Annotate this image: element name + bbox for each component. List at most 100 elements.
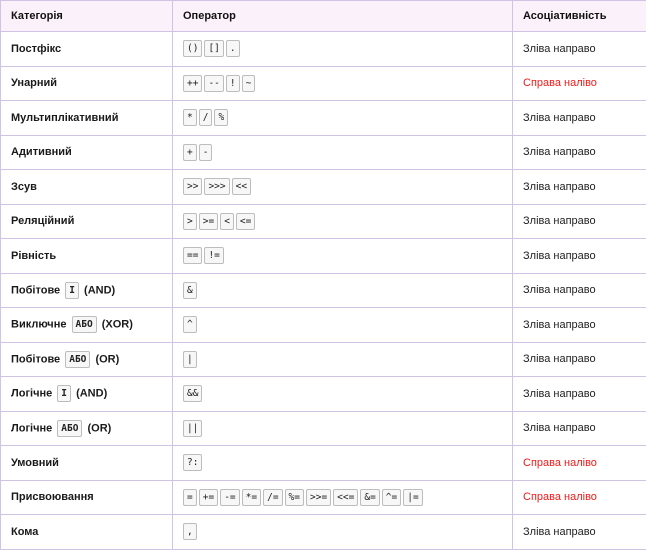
operator-cell: & xyxy=(173,273,513,308)
category-cell: Побітове І (AND) xyxy=(1,273,173,308)
table-row: Побітове І (AND)&Зліва направо xyxy=(1,273,646,308)
operator-token: != xyxy=(204,247,223,264)
category-text: Рівність xyxy=(11,250,56,262)
category-text: (OR) xyxy=(92,353,119,365)
associativity-cell: Зліва направо xyxy=(513,101,646,136)
associativity-cell: Зліва направо xyxy=(513,308,646,343)
table-row: Зсув>>>>><<Зліва направо xyxy=(1,170,646,205)
category-text: Побітове xyxy=(11,284,63,296)
operator-token: *= xyxy=(242,489,261,506)
category-text: (AND) xyxy=(73,388,107,400)
operator-cell: && xyxy=(173,377,513,412)
operator-cell: ^ xyxy=(173,308,513,343)
operator-token: <<= xyxy=(333,489,358,506)
table-row: Логічне І (AND) &&Зліва направо xyxy=(1,377,646,412)
category-cell: Рівність xyxy=(1,239,173,274)
operator-token: > xyxy=(183,213,197,230)
operator-token: -- xyxy=(204,75,223,92)
header-category: Категорія xyxy=(1,1,173,32)
header-associativity: Асоціативність xyxy=(513,1,646,32)
category-code-token: АБО xyxy=(72,316,97,333)
table-row: Унарний++--!~Справа наліво xyxy=(1,66,646,101)
operator-token: , xyxy=(183,523,197,540)
table-row: Кома, Зліва направо xyxy=(1,515,646,550)
operator-token: ^ xyxy=(183,316,197,333)
operator-token: <= xyxy=(236,213,255,230)
category-text: Мультиплікативний xyxy=(11,112,118,124)
table-row: Постфікс()[].Зліва направо xyxy=(1,32,646,67)
associativity-cell: Зліва направо xyxy=(513,273,646,308)
operator-cell: =+=-=*=/=%=>>=<<=&=^=|= xyxy=(173,480,513,515)
operator-token: >>> xyxy=(204,178,229,195)
category-cell: Мультиплікативний xyxy=(1,101,173,136)
associativity-cell: Зліва направо xyxy=(513,239,646,274)
operator-token: ^= xyxy=(382,489,401,506)
operator-cell: */% xyxy=(173,101,513,136)
operator-token: ++ xyxy=(183,75,202,92)
category-code-token: АБО xyxy=(65,351,90,368)
operator-token: () xyxy=(183,40,202,57)
operator-cell: +- xyxy=(173,135,513,170)
category-text: (AND) xyxy=(81,284,115,296)
operator-cell: ?: xyxy=(173,446,513,481)
category-text: Логічне xyxy=(11,388,55,400)
associativity-cell: Зліва направо xyxy=(513,377,646,412)
table-row: Реляційний>>=<<=Зліва направо xyxy=(1,204,646,239)
operator-token: /= xyxy=(263,489,282,506)
category-text: Присвоювання xyxy=(11,491,94,503)
associativity-cell: Зліва направо xyxy=(513,411,646,446)
operator-token: -= xyxy=(220,489,239,506)
operator-cell: >>=<<= xyxy=(173,204,513,239)
table-row: Присвоювання=+=-=*=/=%=>>=<<=&=^=|=Справ… xyxy=(1,480,646,515)
category-cell: Побітове АБО (OR) xyxy=(1,342,173,377)
category-cell: Виключне АБО (XOR) xyxy=(1,308,173,343)
category-cell: Зсув xyxy=(1,170,173,205)
operator-token: - xyxy=(199,144,213,161)
operator-token: . xyxy=(226,40,240,57)
category-cell: Постфікс xyxy=(1,32,173,67)
associativity-cell: Зліва направо xyxy=(513,515,646,550)
operator-token: = xyxy=(183,489,197,506)
operator-token: == xyxy=(183,247,202,264)
operator-cell: , xyxy=(173,515,513,550)
operator-cell: ==!= xyxy=(173,239,513,274)
operator-precedence-table: Категорія Оператор Асоціативність Постфі… xyxy=(0,0,646,550)
table-row: Мультиплікативний */%Зліва направо xyxy=(1,101,646,136)
category-text: Реляційний xyxy=(11,215,74,227)
operator-token: + xyxy=(183,144,197,161)
category-text: Унарний xyxy=(11,77,57,89)
associativity-cell: Зліва направо xyxy=(513,342,646,377)
category-text: Постфікс xyxy=(11,43,61,55)
associativity-cell: Справа наліво xyxy=(513,66,646,101)
operator-cell: || xyxy=(173,411,513,446)
category-cell: Логічне АБО (OR) xyxy=(1,411,173,446)
operator-token: += xyxy=(199,489,218,506)
associativity-cell: Зліва направо xyxy=(513,32,646,67)
header-operator: Оператор xyxy=(173,1,513,32)
category-cell: Адитивний xyxy=(1,135,173,170)
table-row: Побітове АБО (OR) | Зліва направо xyxy=(1,342,646,377)
category-code-token: І xyxy=(57,385,71,402)
operator-token: % xyxy=(214,109,228,126)
associativity-cell: Зліва направо xyxy=(513,135,646,170)
operator-token: >> xyxy=(183,178,202,195)
category-text: Кома xyxy=(11,526,38,538)
category-text: Побітове xyxy=(11,353,63,365)
operator-token: >= xyxy=(199,213,218,230)
operator-token: ! xyxy=(226,75,240,92)
table-row: Логічне АБО (OR) || Зліва направо xyxy=(1,411,646,446)
category-cell: Присвоювання xyxy=(1,480,173,515)
category-cell: Умовний xyxy=(1,446,173,481)
operator-cell: ()[]. xyxy=(173,32,513,67)
operator-token: || xyxy=(183,420,202,437)
category-text: Виключне xyxy=(11,319,70,331)
associativity-cell: Справа наліво xyxy=(513,446,646,481)
operator-cell: >>>>><< xyxy=(173,170,513,205)
operator-token: ?: xyxy=(183,454,202,471)
table-row: Виключне АБО (XOR) ^ Зліва направо xyxy=(1,308,646,343)
operator-token: [] xyxy=(204,40,223,57)
operator-token: | xyxy=(183,351,197,368)
category-text: Умовний xyxy=(11,457,59,469)
associativity-cell: Зліва направо xyxy=(513,170,646,205)
operator-token: >>= xyxy=(306,489,331,506)
